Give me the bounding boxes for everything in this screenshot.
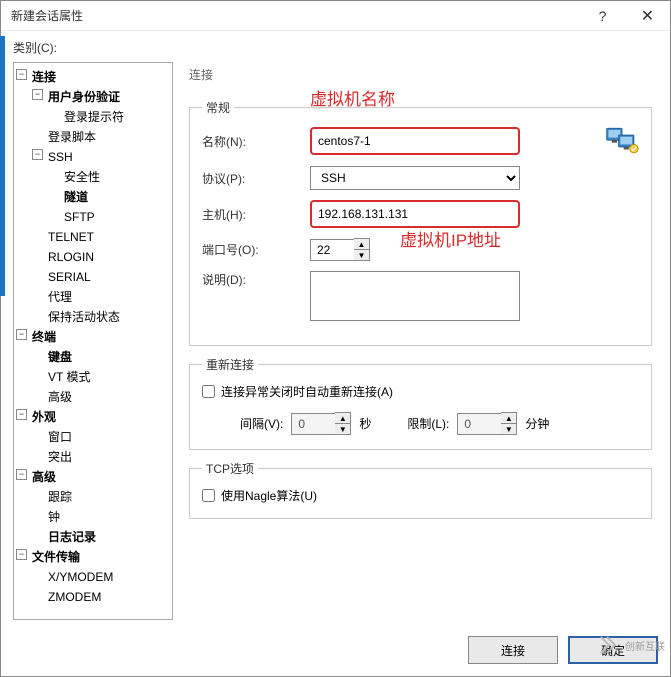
watermark: 创新互联 <box>595 633 665 657</box>
tree-highlight[interactable]: 突出 <box>32 447 170 467</box>
tree-rlogin[interactable]: RLOGIN <box>32 247 170 267</box>
annotation-vm-ip: 虚拟机IP地址 <box>400 226 501 251</box>
port-input[interactable] <box>310 239 354 261</box>
tree-logging[interactable]: 日志记录 <box>32 527 170 547</box>
up-arrow-icon[interactable]: ▲ <box>354 239 369 250</box>
desc-label: 说明(D): <box>202 271 302 288</box>
help-button[interactable]: ? <box>580 1 625 31</box>
tree-proxy[interactable]: 代理 <box>32 287 170 307</box>
port-label: 端口号(O): <box>202 241 302 258</box>
tree-filetransfer[interactable]: −文件传输 <box>16 547 170 567</box>
collapse-icon[interactable]: − <box>16 329 27 340</box>
tree-appearance[interactable]: −外观 <box>16 407 170 427</box>
category-label: 类别(C): <box>13 39 658 56</box>
interval-spinner: ▲▼ <box>335 412 351 435</box>
panel-title: 连接 <box>189 66 652 83</box>
general-group: 常规 名称(N): <box>189 99 652 346</box>
host-label: 主机(H): <box>202 206 302 223</box>
tree-security[interactable]: 安全性 <box>48 167 170 187</box>
tree-sftp[interactable]: SFTP <box>48 207 170 227</box>
auto-reconnect-checkbox[interactable] <box>202 385 215 398</box>
collapse-icon[interactable]: − <box>16 469 27 480</box>
nagle-checkbox[interactable] <box>202 489 215 502</box>
limit-spinner: ▲▼ <box>501 412 517 435</box>
tree-vtmode[interactable]: VT 模式 <box>32 367 170 387</box>
collapse-icon[interactable]: − <box>16 69 27 80</box>
window-title: 新建会话属性 <box>11 7 580 24</box>
general-legend: 常规 <box>202 99 234 116</box>
titlebar: 新建会话属性 ? ✕ <box>1 1 670 31</box>
category-tree[interactable]: −连接 −用户身份验证 登录提示符 登录脚本 −SSH <box>13 62 173 620</box>
host-input[interactable] <box>310 200 520 228</box>
interval-unit: 秒 <box>359 415 371 432</box>
tree-advanced[interactable]: −高级 <box>16 467 170 487</box>
connect-button[interactable]: 连接 <box>468 636 558 664</box>
nagle-label: 使用Nagle算法(U) <box>221 487 317 504</box>
close-button[interactable]: ✕ <box>625 1 670 31</box>
auto-reconnect-label: 连接异常关闭时自动重新连接(A) <box>221 383 393 400</box>
tree-window[interactable]: 窗口 <box>32 427 170 447</box>
interval-label: 间隔(V): <box>240 415 283 432</box>
interval-input <box>291 413 335 435</box>
tree-zmodem[interactable]: ZMODEM <box>32 587 170 607</box>
description-input[interactable] <box>310 271 520 321</box>
tcp-legend: TCP选项 <box>202 460 258 477</box>
collapse-icon[interactable]: − <box>32 149 43 160</box>
tree-user-auth[interactable]: −用户身份验证 <box>32 87 170 107</box>
tree-telnet[interactable]: TELNET <box>32 227 170 247</box>
collapse-icon[interactable]: − <box>32 89 43 100</box>
tree-advanced-term[interactable]: 高级 <box>32 387 170 407</box>
port-spinner[interactable]: ▲▼ <box>354 238 370 261</box>
protocol-label: 协议(P): <box>202 170 302 187</box>
tree-login-prompt[interactable]: 登录提示符 <box>48 107 170 127</box>
tcp-group: TCP选项 使用Nagle算法(U) <box>189 460 652 519</box>
down-arrow-icon[interactable]: ▼ <box>354 250 369 260</box>
annotation-vm-name: 虚拟机名称 <box>310 85 395 110</box>
tree-tunnel[interactable]: 隧道 <box>48 187 170 207</box>
watermark-logo-icon <box>595 633 619 657</box>
dialog-buttons: 连接 确定 <box>1 628 670 676</box>
name-label: 名称(N): <box>202 133 302 150</box>
tree-ssh[interactable]: −SSH <box>32 147 170 167</box>
limit-label: 限制(L): <box>407 415 449 432</box>
tree-xymodem[interactable]: X/YMODEM <box>32 567 170 587</box>
reconnect-group: 重新连接 连接异常关闭时自动重新连接(A) 间隔(V): ▲▼ 秒 <box>189 356 652 450</box>
collapse-icon[interactable]: − <box>16 409 27 420</box>
limit-input <box>457 413 501 435</box>
tree-keepalive[interactable]: 保持活动状态 <box>32 307 170 327</box>
tree-connection[interactable]: −连接 <box>16 67 170 87</box>
computers-icon <box>605 126 639 156</box>
protocol-select[interactable]: SSH <box>310 166 520 190</box>
tree-trace[interactable]: 跟踪 <box>32 487 170 507</box>
tree-terminal[interactable]: −终端 <box>16 327 170 347</box>
tree-bell[interactable]: 钟 <box>32 507 170 527</box>
reconnect-legend: 重新连接 <box>202 356 258 373</box>
collapse-icon[interactable]: − <box>16 549 27 560</box>
limit-unit: 分钟 <box>525 415 549 432</box>
tree-login-script[interactable]: 登录脚本 <box>32 127 170 147</box>
tree-serial[interactable]: SERIAL <box>32 267 170 287</box>
tree-keyboard[interactable]: 键盘 <box>32 347 170 367</box>
name-input[interactable] <box>310 127 520 155</box>
